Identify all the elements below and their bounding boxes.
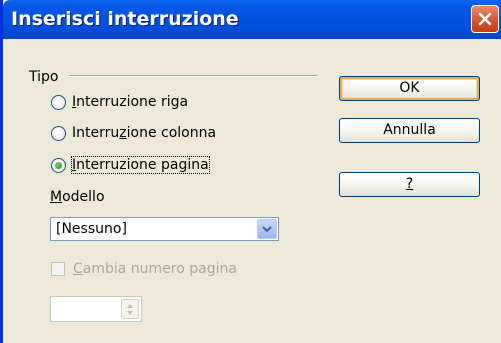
modello-select[interactable]: [Nessuno] [50,217,279,241]
help-button[interactable]: ? [339,172,480,197]
dialog-content: Tipo Interruzione riga Interruzione colo… [3,39,501,343]
window-title: Inserisci interruzione [11,8,239,30]
close-icon [478,12,492,26]
group-divider [69,75,317,77]
group-label-tipo: Tipo [29,69,59,85]
change-page-number-checkbox-row: Cambia numero pagina [51,259,237,279]
spin-arrows-icon [121,299,139,319]
radio-interruzione-pagina[interactable]: Interruzione pagina [51,154,210,176]
cancel-button[interactable]: Annulla [339,118,480,143]
radio-button[interactable] [51,94,66,110]
radio-interruzione-riga[interactable]: Interruzione riga [51,91,188,113]
modello-label: Modello [50,189,105,205]
radio-label: Interruzione riga [72,94,189,110]
dropdown-button[interactable] [257,219,277,239]
change-page-number-checkbox [51,262,65,276]
ok-button[interactable]: OK [339,76,480,101]
title-bar[interactable]: Inserisci interruzione [3,0,501,39]
close-button[interactable] [471,5,499,33]
radio-label: Interruzione colonna [72,125,217,141]
page-number-spin-field [50,296,142,322]
radio-label: Interruzione pagina [71,156,210,174]
radio-interruzione-colonna[interactable]: Interruzione colonna [51,122,216,144]
modello-select-value: [Nessuno] [56,221,127,237]
dialog-window: Inserisci interruzione Tipo Interruzione… [0,0,501,343]
chevron-down-icon [262,226,272,233]
change-page-number-label: Cambia numero pagina [73,261,237,277]
radio-button-selected[interactable] [51,157,66,173]
radio-button[interactable] [51,125,66,141]
